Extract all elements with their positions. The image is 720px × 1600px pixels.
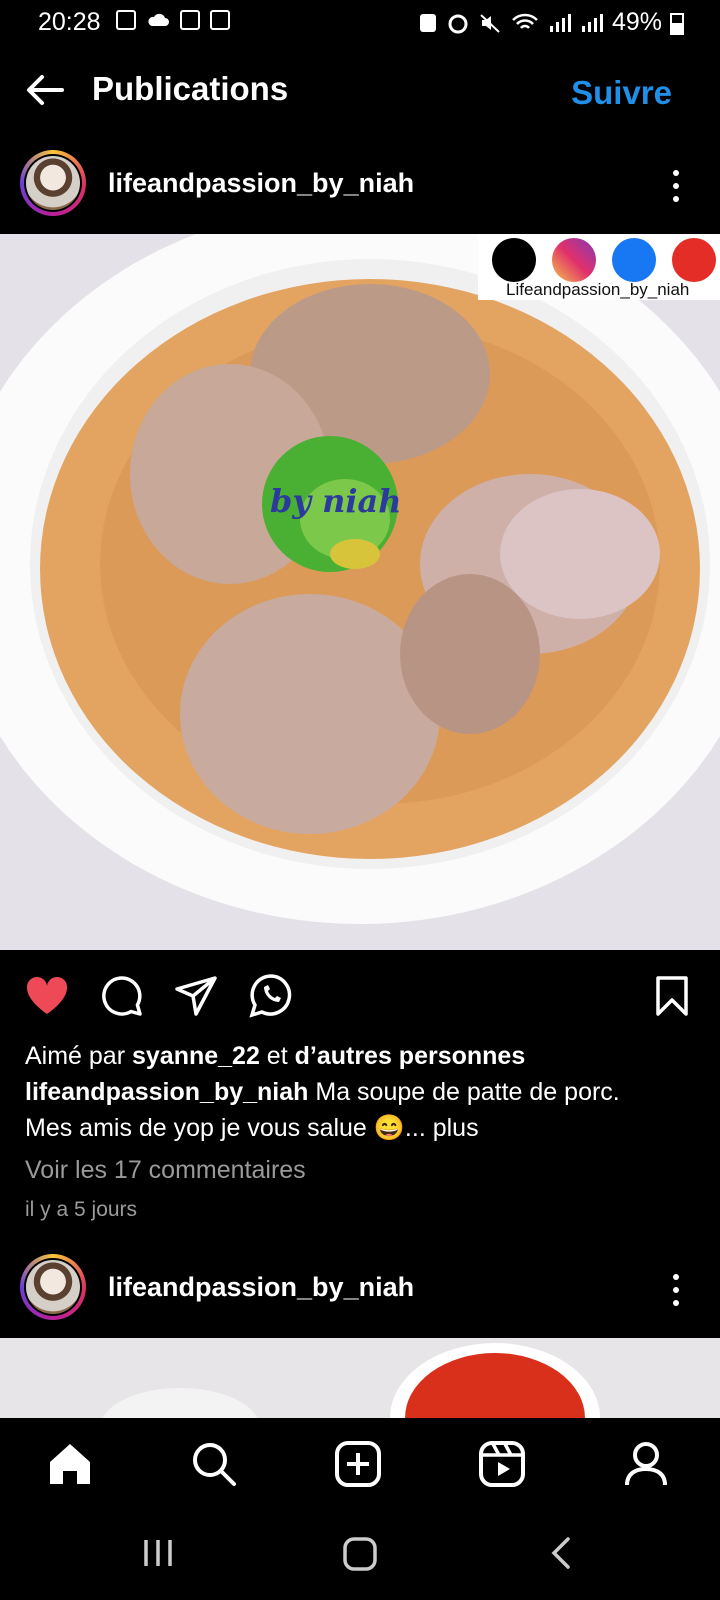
heart-icon[interactable]: [24, 974, 70, 1016]
watermark-logo: by niah: [270, 482, 402, 520]
battery-icon: [670, 12, 684, 35]
cloud-icon: [148, 13, 169, 26]
share-icon[interactable]: [174, 974, 218, 1018]
home-icon[interactable]: [46, 1440, 94, 1488]
post-actions: [0, 968, 720, 1022]
system-navigation-bar: [0, 1512, 720, 1600]
bookmark-icon[interactable]: [652, 974, 692, 1018]
facebook-icon: [612, 238, 656, 282]
instagram-icon: [552, 238, 596, 282]
caption-username[interactable]: lifeandpassion_by_niah: [25, 1078, 308, 1106]
create-icon[interactable]: [334, 1440, 382, 1488]
status-notification-icons: [116, 10, 230, 30]
caption-line-2: Mes amis de yop je vous salue 😄... plus: [25, 1110, 479, 1146]
wifi-icon: [512, 13, 538, 29]
data-saver-icon: [419, 13, 436, 32]
mute-icon: [480, 13, 500, 33]
post-image[interactable]: by niah: [0, 234, 720, 950]
status-time: 20:28: [38, 8, 101, 36]
youtube-icon: [672, 238, 716, 282]
whatsapp-icon[interactable]: [248, 972, 294, 1018]
post-username[interactable]: lifeandpassion_by_niah: [108, 168, 414, 199]
next-post-avatar[interactable]: [20, 1254, 86, 1320]
search-icon[interactable]: [190, 1440, 238, 1488]
signal-icon: [549, 13, 571, 32]
next-post-username[interactable]: lifeandpassion_by_niah: [108, 1272, 414, 1303]
liked-by-user[interactable]: syanne_22: [132, 1042, 260, 1070]
recent-apps-icon[interactable]: [140, 1536, 176, 1570]
liked-by-others[interactable]: d’autres personnes: [295, 1042, 526, 1070]
view-comments-link[interactable]: Voir les 17 commentaires: [25, 1152, 306, 1188]
caption-text-2: Mes amis de yop je vous salue 😄: [25, 1114, 405, 1142]
avatar-image: [26, 156, 80, 210]
liked-by[interactable]: Aimé par syanne_22 et d’autres personnes: [25, 1038, 525, 1074]
page-title: Publications: [92, 70, 289, 107]
caption-more-link[interactable]: ... plus: [405, 1114, 479, 1142]
alarm-icon: [448, 14, 468, 33]
bottom-navigation: [0, 1418, 720, 1512]
food-photo: [0, 234, 720, 950]
status-right: 49%: [418, 8, 684, 37]
caption-text: Ma soupe de patte de porc.: [308, 1078, 620, 1106]
tiktok-icon: [492, 238, 536, 282]
social-watermark: Lifeandpassion_by_niah: [478, 234, 720, 300]
watermark-handle: Lifeandpassion_by_niah: [506, 280, 690, 299]
image-notification-icon: [116, 10, 136, 30]
more-options-button[interactable]: [666, 170, 686, 202]
follow-button[interactable]: Suivre: [571, 74, 672, 112]
post-timestamp: il y a 5 jours: [25, 1198, 138, 1221]
reels-icon[interactable]: [478, 1440, 526, 1488]
back-arrow-icon: [27, 75, 64, 105]
signal-icon-2: [581, 13, 603, 32]
calendar-icon-2: [210, 10, 230, 30]
avatar[interactable]: [20, 150, 86, 216]
profile-icon[interactable]: [622, 1440, 670, 1488]
avatar-image: [26, 1260, 80, 1314]
status-bar: 20:28 49%: [0, 0, 720, 48]
next-food-photo: [0, 1338, 720, 1418]
caption-line-1: lifeandpassion_by_niah Ma soupe de patte…: [25, 1074, 620, 1110]
calendar-icon: [180, 10, 200, 30]
back-system-icon[interactable]: [548, 1536, 576, 1570]
back-button[interactable]: [22, 66, 70, 114]
home-system-icon[interactable]: [342, 1536, 378, 1572]
comment-icon[interactable]: [100, 974, 144, 1018]
battery-percent: 49%: [611, 8, 662, 36]
next-post-more-options-button[interactable]: [666, 1274, 686, 1306]
next-post-image[interactable]: [0, 1338, 720, 1418]
